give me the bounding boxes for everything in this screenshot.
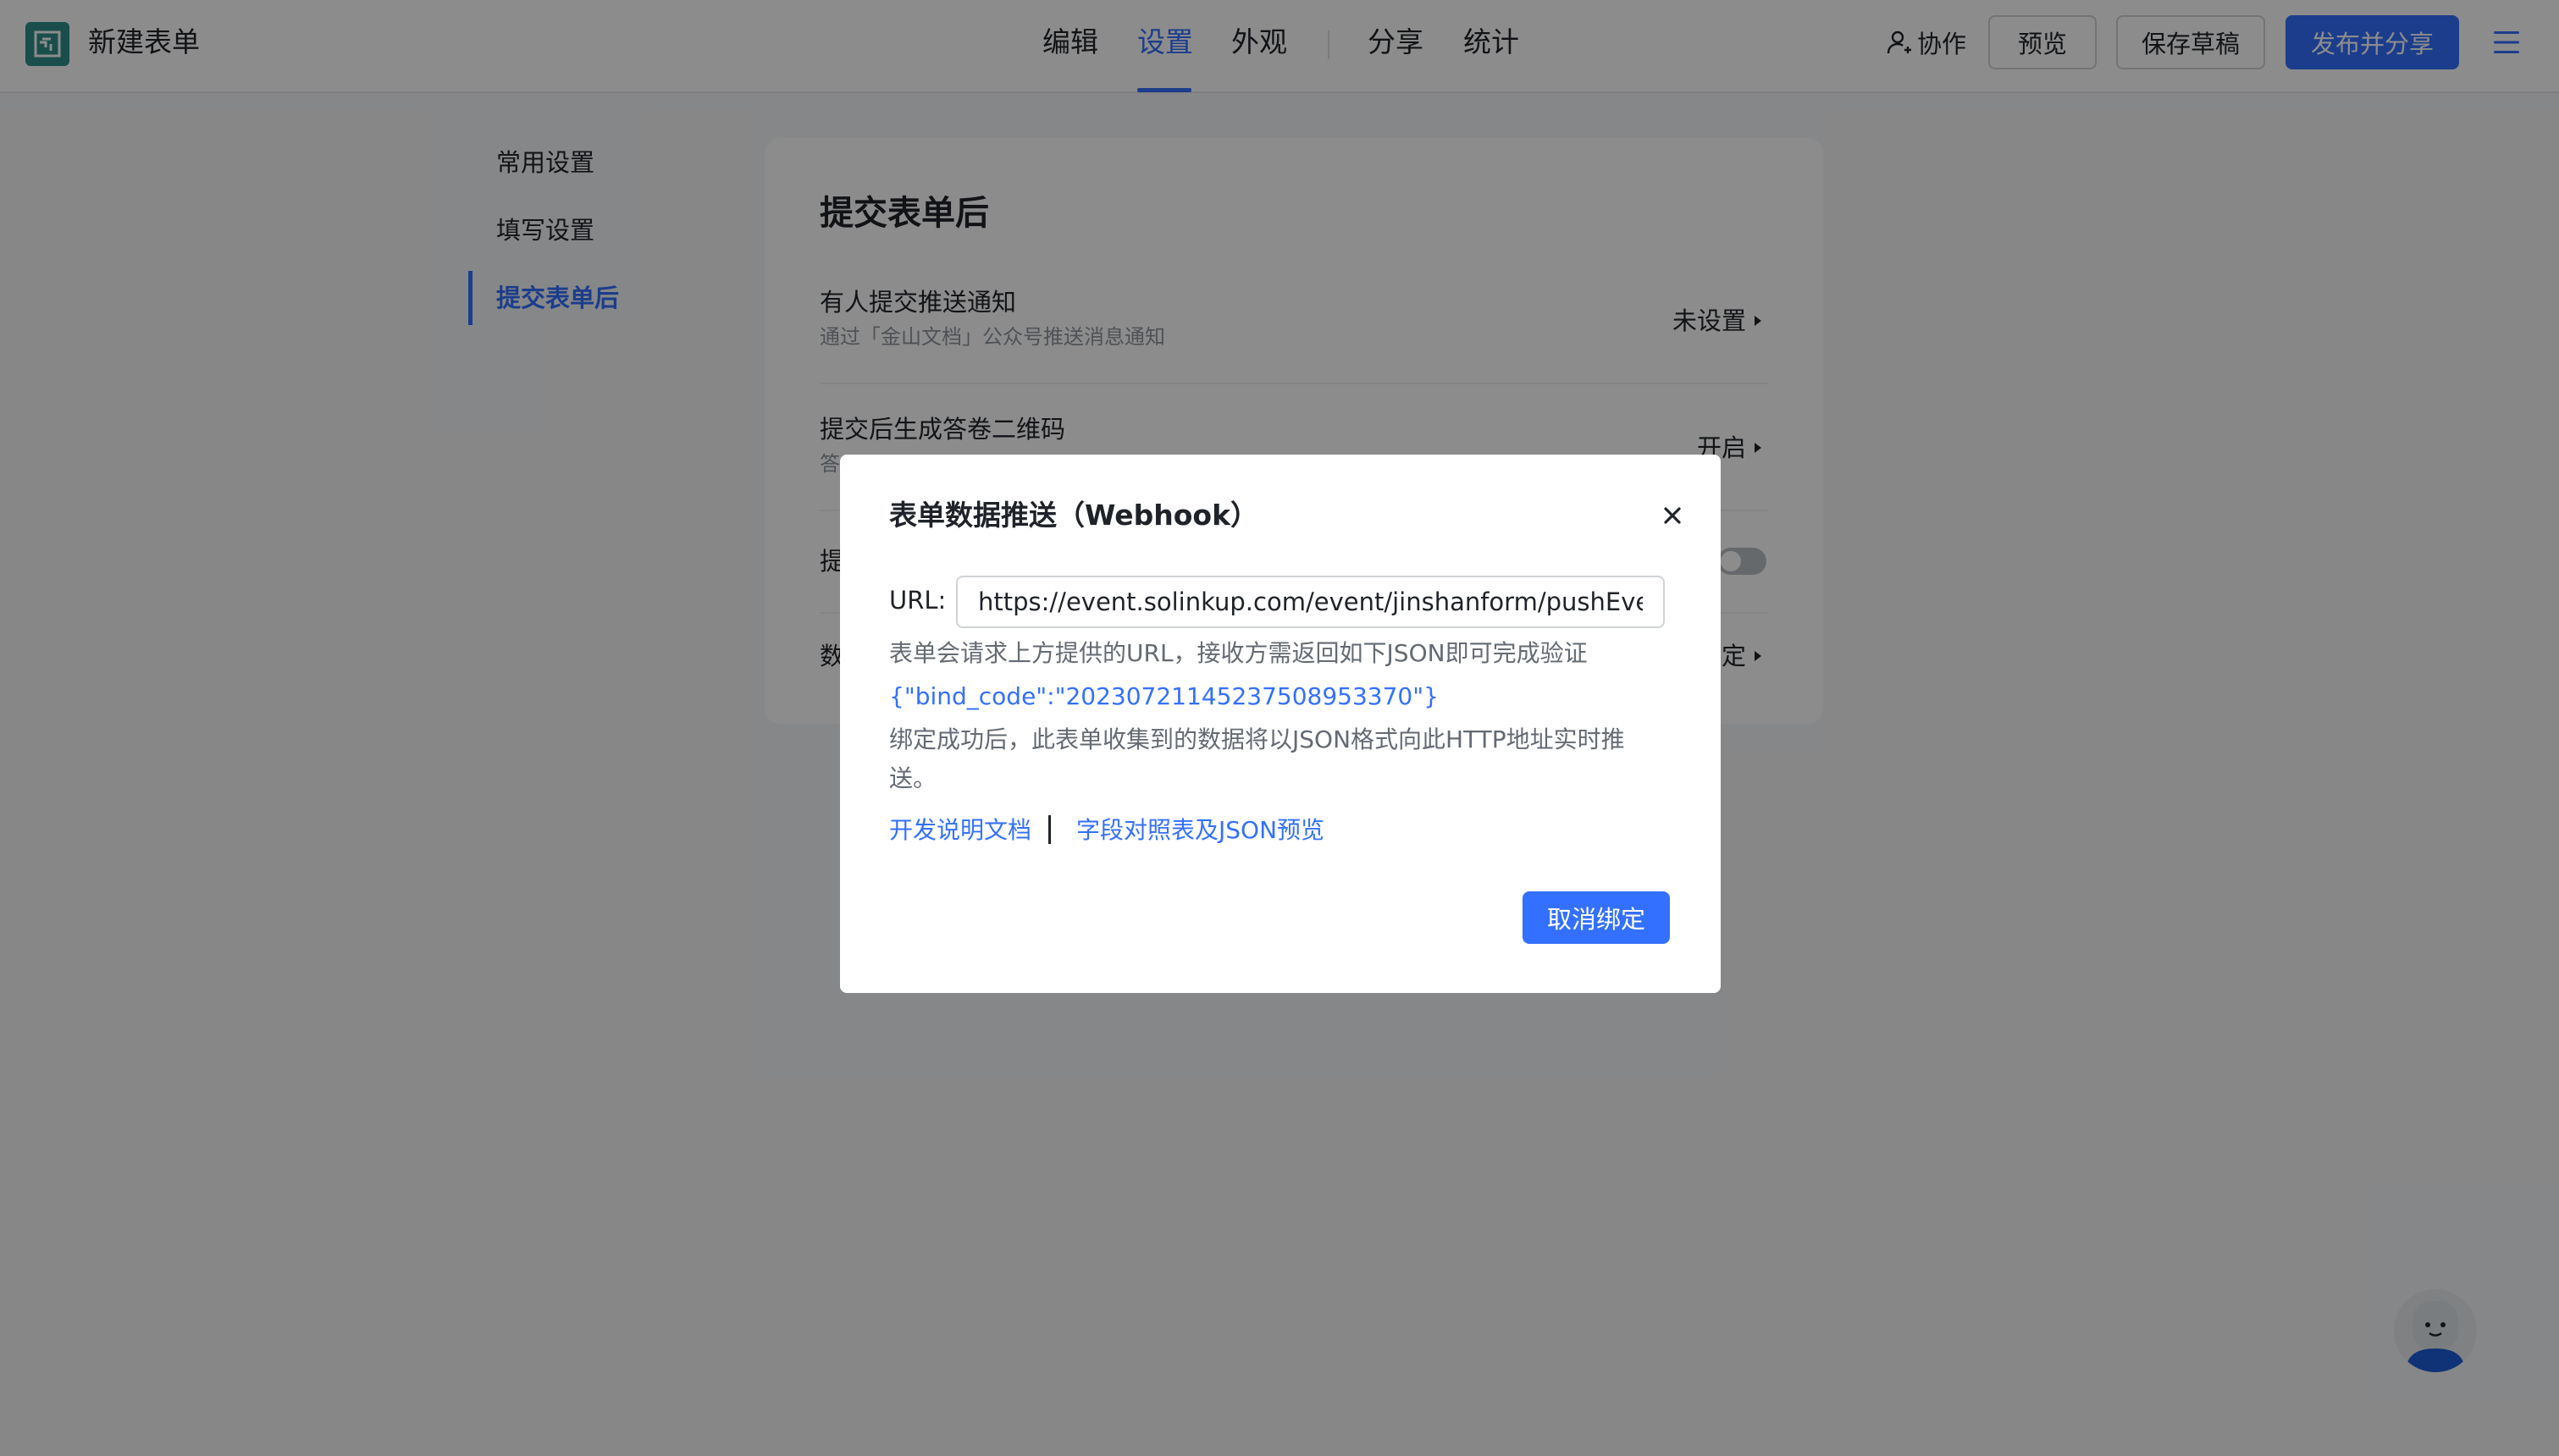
- url-label: URL:: [889, 586, 947, 615]
- unbind-button[interactable]: 取消绑定: [1523, 891, 1670, 944]
- link-separator: [1048, 815, 1051, 844]
- close-icon[interactable]: [1658, 501, 1687, 530]
- dialog-title: 表单数据推送（Webhook）: [889, 499, 1259, 532]
- bind-code-text: {"bind_code":"20230721145237508953370"}: [889, 682, 1439, 710]
- field-mapping-link[interactable]: 字段对照表及JSON预览: [1076, 813, 1324, 847]
- webhook-dialog: 表单数据推送（Webhook） URL: 表单会请求上方提供的URL，接收方需返…: [840, 455, 1721, 993]
- dialog-description: 表单会请求上方提供的URL，接收方需返回如下JSON即可完成验证: [889, 639, 1588, 667]
- url-input[interactable]: [956, 576, 1665, 628]
- dialog-note: 绑定成功后，此表单收集到的数据将以JSON格式向此HTTP地址实时推送。: [889, 725, 1625, 792]
- dev-docs-link[interactable]: 开发说明文档: [889, 813, 1031, 847]
